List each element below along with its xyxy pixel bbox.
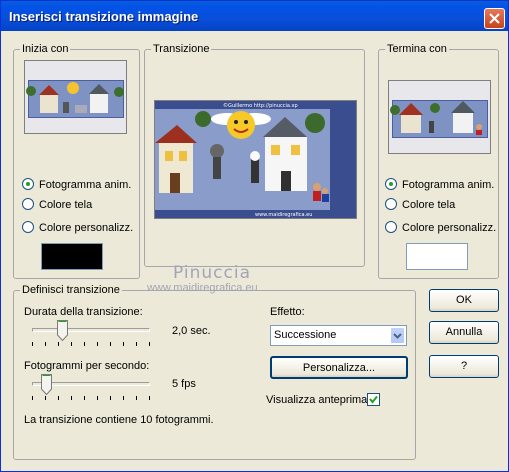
watermark-url: www.maidiregrafica.eu [147,282,258,294]
duration-value: 2,0 sec. [172,325,211,337]
radio-indicator [385,221,397,233]
fps-value: 5 fps [172,378,196,390]
preview-credit-text: ©Guillermo http://pinuccia.xp [223,102,298,109]
close-button[interactable] [484,8,505,29]
transition-label: Transizione [151,42,212,56]
slider-ticks [32,342,150,346]
ok-button[interactable]: OK [429,289,499,312]
radio-indicator [385,198,397,210]
village-scene-image [25,61,126,133]
title-bar[interactable]: Inserisci transizione immagine [1,1,508,31]
start-color-swatch[interactable] [41,243,103,270]
define-transition-label: Definisci transizione [20,283,122,297]
fps-slider[interactable] [28,374,154,400]
end-with-group: Termina con Fotogramma anim. Colore tela… [378,42,499,279]
slider-ticks [32,396,150,400]
radio-indicator [22,198,34,210]
slider-thumb-icon[interactable] [41,374,52,395]
preview-checkbox-label: Visualizza anteprima [266,394,368,406]
preview-footer-text: www.maidiregrafica.eu [255,212,312,218]
duration-slider[interactable] [28,320,154,346]
radio-indicator [385,178,397,190]
end-with-label: Termina con [385,42,449,56]
dropdown-button[interactable] [390,327,405,344]
end-frame-thumbnail [388,80,491,154]
watermark-name: Pinuccia [173,263,251,283]
radio-indicator [22,178,34,190]
preview-checkbox[interactable] [367,393,380,406]
slider-thumb-icon[interactable] [57,320,68,341]
radio-indicator [22,221,34,233]
effect-label: Effetto: [270,306,305,318]
dialog-title: Inserisci transizione immagine [9,9,199,24]
help-button[interactable]: ? [429,355,499,378]
transition-preview: ©Guillermo http://pinuccia.xp www.maidir… [154,100,357,219]
transition-group: Transizione ©Guillermo http://pinuccia.x… [144,42,365,267]
transition-preview-image: ©Guillermo http://pinuccia.xp www.maidir… [155,101,356,218]
village-scene-image [389,81,490,153]
chevron-down-icon [393,333,402,339]
define-transition-group: Definisci transizione Durata della trans… [13,283,416,460]
cancel-button[interactable]: Annulla [429,321,499,344]
start-with-label: Inizia con [20,42,71,56]
dialog-window: Inserisci transizione immagine Inizia co… [0,0,509,472]
customize-button[interactable]: Personalizza... [270,356,408,379]
duration-label: Durata della transizione: [24,306,143,318]
effect-selected-value: Successione [274,329,337,341]
frame-count-info: La transizione contiene 10 fotogrammi. [24,414,214,426]
slider-track [32,328,150,332]
effect-dropdown[interactable]: Successione [270,325,407,346]
start-frame-thumbnail [24,60,127,134]
fps-label: Fotogrammi per secondo: [24,360,150,372]
end-color-swatch[interactable] [406,243,468,270]
start-with-group: Inizia con Fotogramma anim. Colore tela … [13,42,140,279]
checkmark-icon [369,395,378,404]
close-icon [489,13,500,24]
